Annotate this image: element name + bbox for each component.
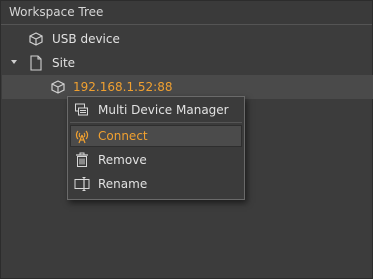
menu-item-remove[interactable]: Remove bbox=[70, 149, 242, 171]
connect-antenna-icon bbox=[75, 130, 89, 144]
context-menu: Multi Device Manager Connect Remove Rena… bbox=[67, 96, 245, 200]
rename-icon bbox=[74, 177, 90, 191]
menu-item-label: Remove bbox=[98, 153, 147, 167]
menu-separator bbox=[70, 122, 242, 123]
multi-device-manager-icon bbox=[75, 103, 88, 116]
menu-item-connect[interactable]: Connect bbox=[70, 125, 242, 147]
panel-title: Workspace Tree bbox=[1, 1, 372, 25]
tree-item-usb-device[interactable]: USB device bbox=[1, 27, 372, 51]
menu-item-label: Multi Device Manager bbox=[98, 103, 229, 117]
tree-item-label: Site bbox=[52, 56, 76, 70]
menu-item-multi-device-manager[interactable]: Multi Device Manager bbox=[70, 99, 242, 121]
site-page-icon bbox=[30, 55, 42, 71]
usb-device-icon bbox=[29, 32, 43, 46]
tree-item-label: USB device bbox=[52, 32, 120, 46]
trash-icon bbox=[76, 152, 88, 167]
menu-item-label: Connect bbox=[98, 129, 148, 143]
device-icon bbox=[51, 80, 65, 94]
menu-item-label: Rename bbox=[98, 177, 148, 191]
tree-item-site[interactable]: Site bbox=[1, 51, 372, 75]
menu-item-rename[interactable]: Rename bbox=[70, 173, 242, 195]
